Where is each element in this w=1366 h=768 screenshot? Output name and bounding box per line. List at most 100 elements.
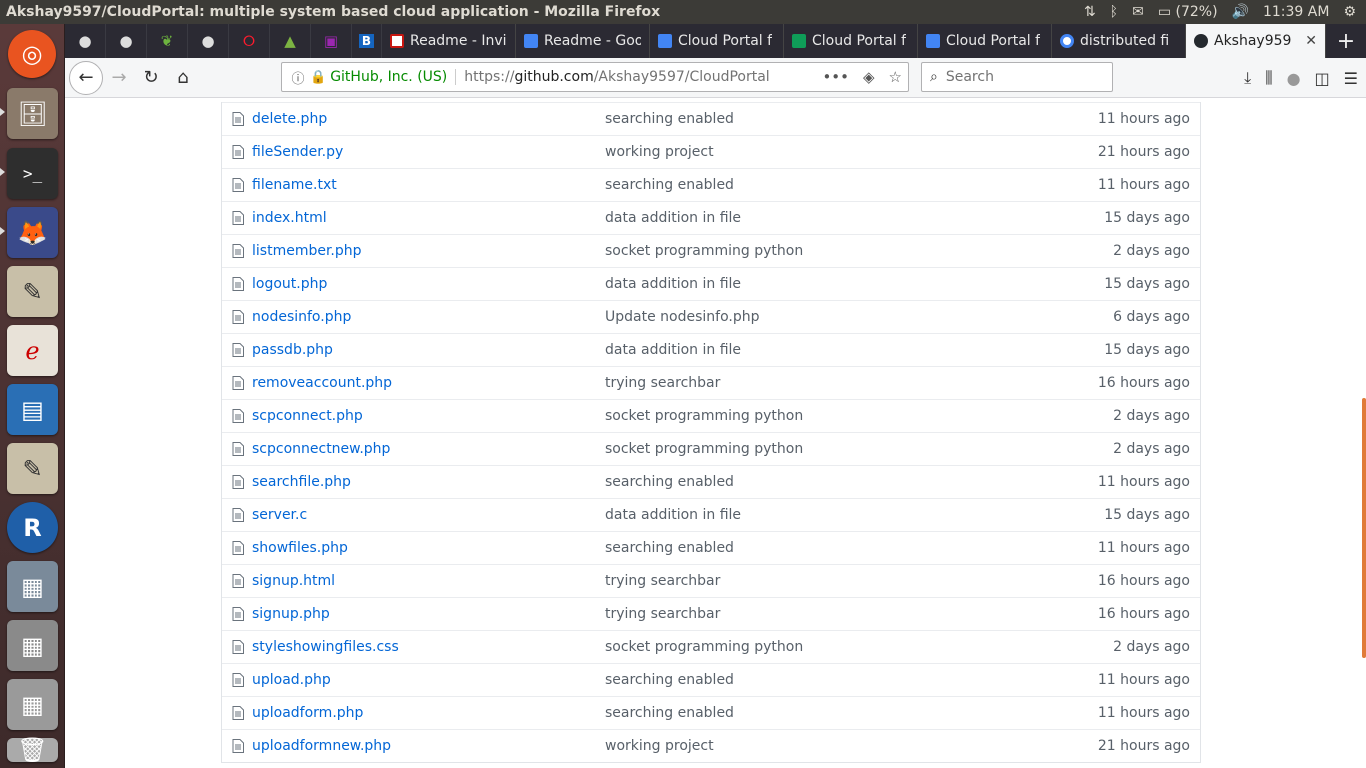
back-button[interactable]: ← xyxy=(69,60,103,95)
commit-message-link[interactable]: data addition in file xyxy=(605,342,1035,358)
menu-icon[interactable]: ☰ xyxy=(1344,69,1358,88)
close-tab-icon[interactable]: ✕ xyxy=(1305,33,1317,49)
file-name-link[interactable]: styleshowingfiles.css xyxy=(252,639,605,655)
file-name-link[interactable]: server.c xyxy=(252,507,605,523)
file-name-link[interactable]: signup.php xyxy=(252,606,605,622)
pinned-tab[interactable]: ⭘ xyxy=(229,24,270,58)
commit-message-link[interactable]: data addition in file xyxy=(605,276,1035,292)
commit-message-link[interactable]: socket programming python xyxy=(605,441,1035,457)
commit-message-link[interactable]: working project xyxy=(605,738,1035,754)
file-row[interactable]: signup.html trying searchbar 16 hours ago xyxy=(222,564,1200,597)
commit-message-link[interactable]: socket programming python xyxy=(605,639,1035,655)
file-row[interactable]: filename.txt searching enabled 11 hours ag… xyxy=(222,168,1200,201)
commit-message-link[interactable]: trying searchbar xyxy=(605,375,1035,391)
info-icon[interactable]: ⓘ xyxy=(288,68,308,87)
scrollbar-thumb[interactable] xyxy=(1362,398,1366,658)
app-stack-icon[interactable]: ▦ xyxy=(7,620,58,671)
file-row[interactable]: nodesinfo.php Update nodesinfo.php 6 days … xyxy=(222,300,1200,333)
file-name-link[interactable]: uploadform.php xyxy=(252,705,605,721)
tab[interactable]: Readme - Goo xyxy=(516,24,650,58)
file-row[interactable]: searchfile.php searching enabled 11 hours … xyxy=(222,465,1200,498)
commit-message-link[interactable]: working project xyxy=(605,144,1035,160)
sidebar-icon[interactable]: ◫ xyxy=(1315,69,1330,88)
pocket-icon[interactable]: ◈ xyxy=(863,68,875,86)
reload-button[interactable]: ↻ xyxy=(135,62,167,94)
download-icon[interactable]: ⤓ xyxy=(1244,68,1251,88)
writer-icon[interactable]: ▤ xyxy=(7,384,58,435)
pinned-tab[interactable]: ▣ xyxy=(311,24,352,58)
file-row[interactable]: showfiles.php searching enabled 11 hours a… xyxy=(222,531,1200,564)
commit-message-link[interactable]: socket programming python xyxy=(605,408,1035,424)
commit-message-link[interactable]: socket programming python xyxy=(605,243,1035,259)
library-icon[interactable]: ⫼ xyxy=(1265,68,1272,88)
forward-button[interactable]: → xyxy=(103,62,135,94)
pinned-tab[interactable]: ● xyxy=(188,24,229,58)
file-row[interactable]: styleshowingfiles.css socket programming … xyxy=(222,630,1200,663)
tab[interactable]: Cloud Portal f xyxy=(784,24,918,58)
new-tab-button[interactable]: + xyxy=(1326,24,1366,58)
commit-message-link[interactable]: trying searchbar xyxy=(605,606,1035,622)
file-name-link[interactable]: searchfile.php xyxy=(252,474,605,490)
pinned-tab[interactable]: ● xyxy=(65,24,106,58)
file-row[interactable]: server.c data addition in file 15 days ago xyxy=(222,498,1200,531)
battery-indicator[interactable]: ▭ (72%) xyxy=(1158,4,1218,20)
file-row[interactable]: delete.php searching enabled 11 hours ago xyxy=(222,102,1200,135)
file-name-link[interactable]: nodesinfo.php xyxy=(252,309,605,325)
site-identity[interactable]: GitHub, Inc. (US) xyxy=(330,69,457,85)
file-row[interactable]: uploadformnew.php working project 21 hours… xyxy=(222,729,1200,762)
commit-message-link[interactable]: searching enabled xyxy=(605,111,1035,127)
commit-message-link[interactable]: trying searchbar xyxy=(605,573,1035,589)
commit-message-link[interactable]: searching enabled xyxy=(605,474,1035,490)
firefox-icon[interactable]: 🦊 xyxy=(7,207,58,258)
file-row[interactable]: uploadform.php searching enabled 11 hours … xyxy=(222,696,1200,729)
page-actions-icon[interactable]: ••• xyxy=(822,68,849,86)
file-row[interactable]: logout.php data addition in file 15 days a… xyxy=(222,267,1200,300)
tab[interactable]: distributed fi xyxy=(1052,24,1186,58)
lock-icon[interactable]: 🔒 xyxy=(310,70,326,85)
software-stack-icon[interactable]: ▦ xyxy=(7,561,58,612)
terminal-icon[interactable]: >_ xyxy=(7,148,58,199)
tab-active[interactable]: Akshay959 ✕ xyxy=(1186,24,1326,58)
commit-message-link[interactable]: searching enabled xyxy=(605,672,1035,688)
ubuntu-dash-icon[interactable]: ◎ xyxy=(8,30,56,78)
file-row[interactable]: index.html data addition in file 15 days a… xyxy=(222,201,1200,234)
mail-icon[interactable]: ✉ xyxy=(1132,4,1144,20)
scrollbar[interactable] xyxy=(1362,98,1366,768)
document-viewer-icon[interactable]: ℯ xyxy=(7,325,58,376)
bookmark-star-icon[interactable]: ☆ xyxy=(889,68,902,86)
network-icon[interactable]: ⇅ xyxy=(1084,4,1096,20)
clock[interactable]: 11:39 AM xyxy=(1263,4,1329,20)
search-input[interactable]: ⌕ Search xyxy=(921,62,1113,92)
url-bar[interactable]: ⓘ 🔒 GitHub, Inc. (US) https://github.com… xyxy=(281,62,909,92)
file-row[interactable]: upload.php searching enabled 11 hours ago xyxy=(222,663,1200,696)
file-row[interactable]: scpconnectnew.php socket programming pyth… xyxy=(222,432,1200,465)
file-name-link[interactable]: showfiles.php xyxy=(252,540,605,556)
pinned-tab[interactable]: B xyxy=(352,24,382,58)
volume-icon[interactable]: 🔊 xyxy=(1232,4,1249,20)
tab[interactable]: Cloud Portal f xyxy=(918,24,1052,58)
gedit-icon[interactable]: ✎ xyxy=(7,443,58,494)
files-icon[interactable]: 🗄 xyxy=(7,88,58,139)
power-icon[interactable]: ⚙ xyxy=(1343,4,1356,20)
extension-icon[interactable]: ● xyxy=(1287,69,1301,88)
file-name-link[interactable]: listmember.php xyxy=(252,243,605,259)
bluetooth-icon[interactable]: ᛒ xyxy=(1110,4,1118,20)
file-row[interactable]: listmember.php socket programming python 2… xyxy=(222,234,1200,267)
file-name-link[interactable]: fileSender.py xyxy=(252,144,605,160)
text-editor-icon[interactable]: ✎ xyxy=(7,266,58,317)
commit-message-link[interactable]: searching enabled xyxy=(605,177,1035,193)
file-name-link[interactable]: upload.php xyxy=(252,672,605,688)
r-icon[interactable]: R xyxy=(7,502,58,553)
home-button[interactable]: ⌂ xyxy=(167,62,199,94)
tab[interactable]: Readme - Invi xyxy=(382,24,516,58)
commit-message-link[interactable]: searching enabled xyxy=(605,705,1035,721)
commit-message-link[interactable]: data addition in file xyxy=(605,210,1035,226)
file-name-link[interactable]: filename.txt xyxy=(252,177,605,193)
file-name-link[interactable]: passdb.php xyxy=(252,342,605,358)
pinned-tab[interactable]: ▲ xyxy=(270,24,311,58)
file-row[interactable]: fileSender.py working project 21 hours ago xyxy=(222,135,1200,168)
tab[interactable]: Cloud Portal f xyxy=(650,24,784,58)
commit-message-link[interactable]: data addition in file xyxy=(605,507,1035,523)
pinned-tab[interactable]: ❦ xyxy=(147,24,188,58)
file-name-link[interactable]: signup.html xyxy=(252,573,605,589)
